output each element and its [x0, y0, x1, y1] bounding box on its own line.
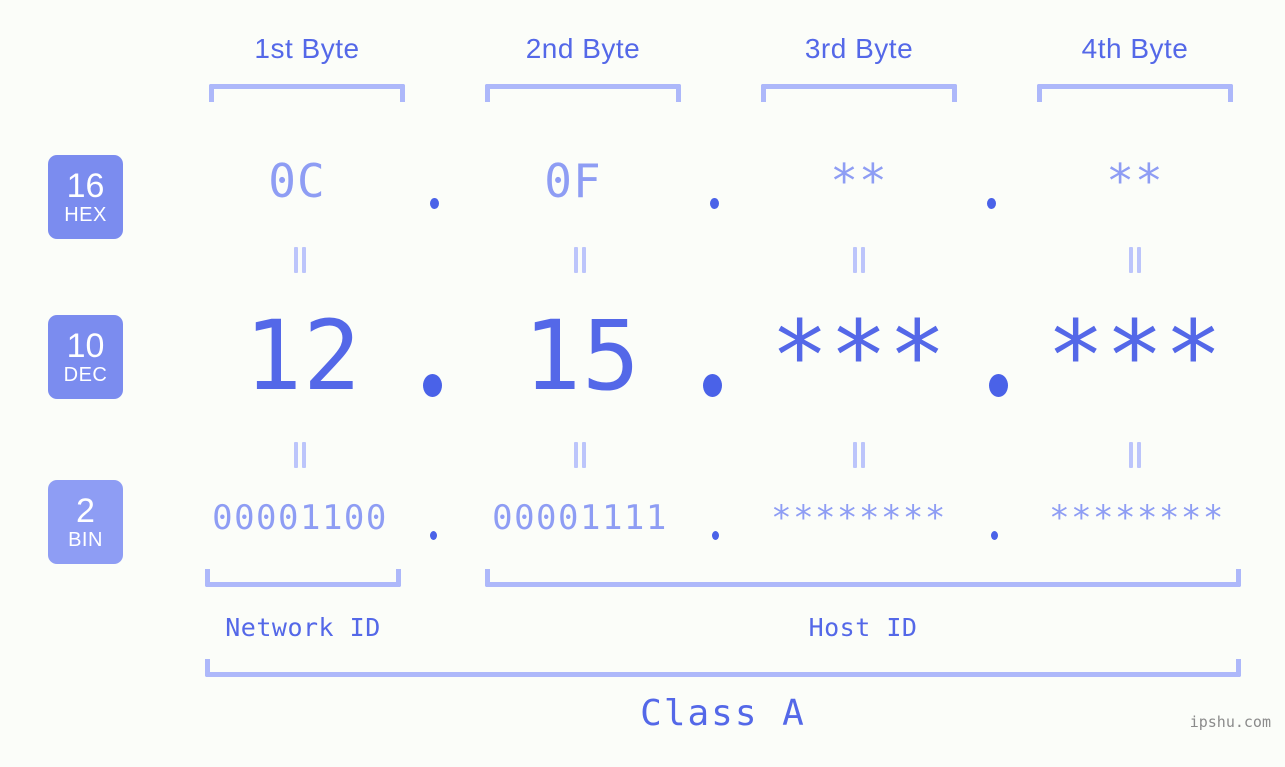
bin-byte-2-value: 00001111 [492, 498, 668, 538]
hex-separator-dot-3 [987, 198, 996, 209]
dec-separator-dot-2 [703, 374, 722, 397]
equality-marker-dec-bin-1 [293, 442, 308, 468]
bin-byte-4-value: ******** [1049, 498, 1225, 538]
equality-marker-hex-dec-2 [573, 247, 588, 273]
network-id-label: Network ID [225, 613, 381, 642]
byte-bracket-4 [1037, 84, 1233, 102]
radix-badge-bin-number: 2 [76, 492, 95, 530]
dec-separator-dot-1 [423, 374, 442, 397]
hex-byte-1-value: 0C [268, 154, 326, 208]
radix-badge-hex: 16 HEX [48, 155, 123, 239]
radix-badge-hex-name: HEX [64, 204, 107, 226]
watermark: ipshu.com [1189, 713, 1271, 731]
dec-byte-4-value: *** [1046, 300, 1224, 412]
dec-separator-dot-3 [989, 374, 1008, 397]
byte-header-1: 1st Byte [254, 33, 360, 64]
radix-badge-dec: 10 DEC [48, 315, 123, 399]
dec-byte-3-value: *** [770, 300, 948, 412]
dec-byte-2-value: 15 [523, 300, 641, 412]
radix-badge-dec-name: DEC [63, 364, 108, 386]
network-id-bracket [205, 569, 401, 587]
hex-byte-2-value: 0F [544, 154, 602, 208]
bin-separator-dot-2 [712, 531, 719, 540]
hex-byte-4-value: ** [1106, 154, 1164, 208]
byte-bracket-2 [485, 84, 681, 102]
bin-separator-dot-1 [430, 531, 437, 540]
hex-separator-dot-1 [430, 198, 439, 209]
class-bracket [205, 659, 1241, 677]
hex-byte-3-value: ** [830, 154, 888, 208]
bin-byte-1-value: 00001100 [212, 498, 388, 538]
ip-address-breakdown-diagram: 1st Byte 2nd Byte 3rd Byte 4th Byte 16 H… [0, 0, 1285, 767]
byte-header-4: 4th Byte [1081, 33, 1189, 64]
hex-separator-dot-2 [710, 198, 719, 209]
radix-badge-bin-name: BIN [68, 529, 103, 551]
class-label: Class A [640, 693, 806, 734]
radix-badge-hex-number: 16 [66, 167, 105, 205]
byte-bracket-3 [761, 84, 957, 102]
host-id-bracket [485, 569, 1241, 587]
bin-separator-dot-3 [991, 531, 998, 540]
dec-byte-1-value: 12 [244, 300, 362, 412]
byte-header-2: 2nd Byte [525, 33, 641, 64]
equality-marker-hex-dec-4 [1128, 247, 1143, 273]
radix-badge-dec-number: 10 [66, 327, 105, 365]
equality-marker-dec-bin-2 [573, 442, 588, 468]
bin-byte-3-value: ******** [771, 498, 947, 538]
equality-marker-dec-bin-4 [1128, 442, 1143, 468]
host-id-label: Host ID [808, 613, 918, 642]
equality-marker-hex-dec-3 [852, 247, 867, 273]
byte-bracket-1 [209, 84, 405, 102]
equality-marker-dec-bin-3 [852, 442, 867, 468]
radix-badge-bin: 2 BIN [48, 480, 123, 564]
equality-marker-hex-dec-1 [293, 247, 308, 273]
byte-header-3: 3rd Byte [804, 33, 914, 64]
